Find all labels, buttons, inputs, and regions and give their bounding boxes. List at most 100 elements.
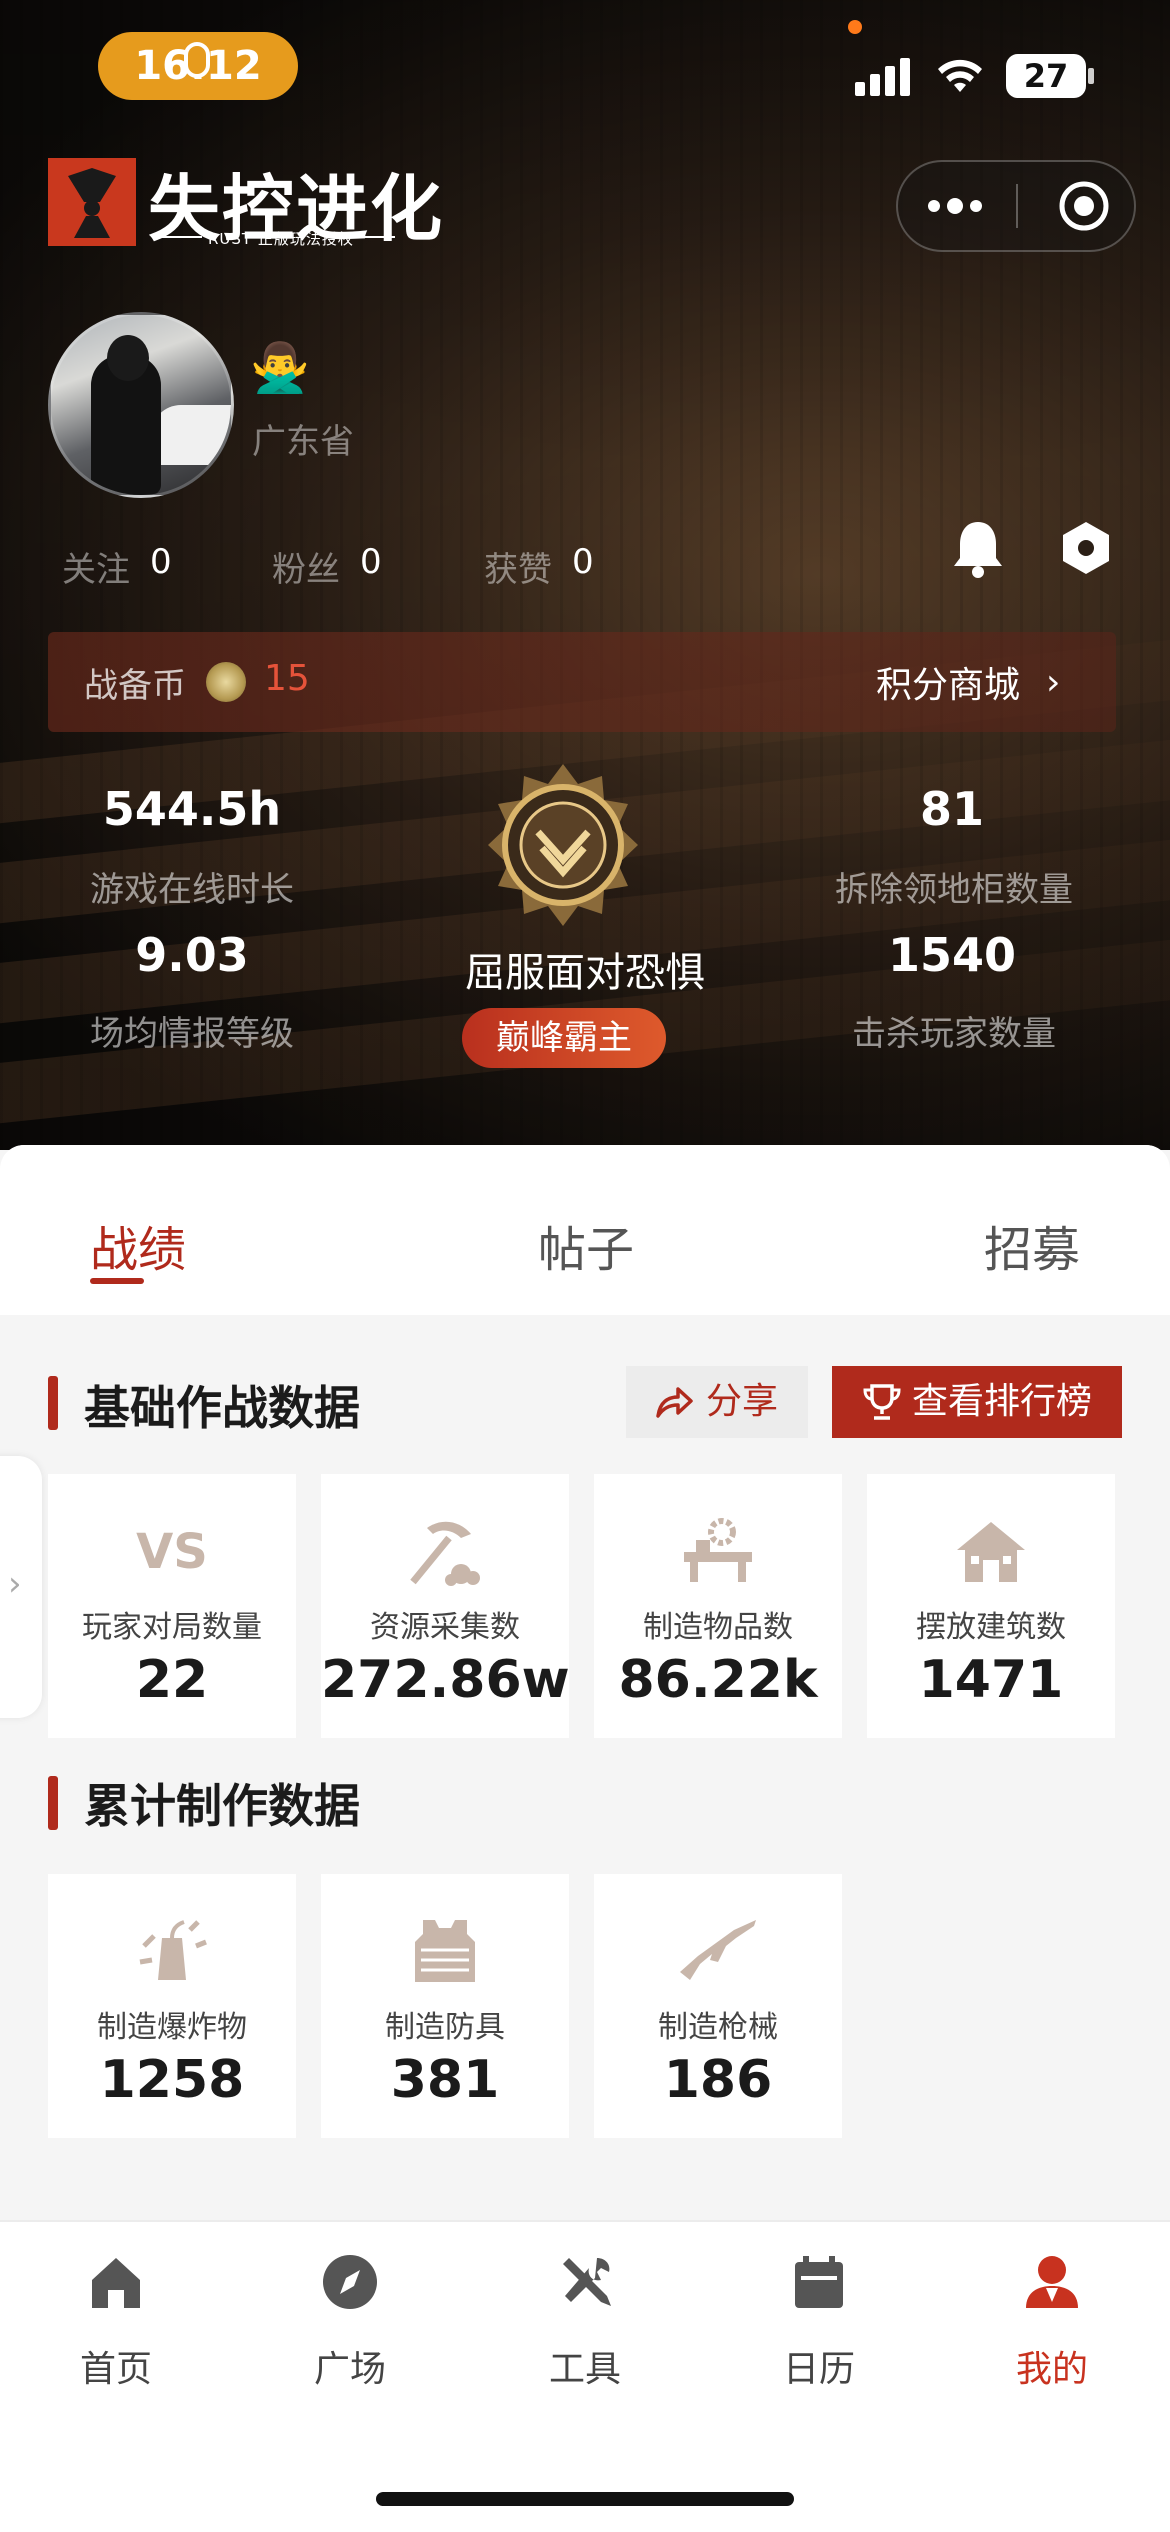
- card-label: 资源采集数: [370, 1610, 520, 1645]
- wifi-icon: [938, 59, 982, 92]
- armor-icon: [415, 1920, 475, 1982]
- share-label: 分享: [706, 1381, 779, 1422]
- avatar[interactable]: [48, 312, 234, 498]
- nav-label: 工具: [548, 2349, 621, 2390]
- nav-mine[interactable]: 我的: [952, 2252, 1152, 2392]
- card-value: 86.22k: [618, 1650, 818, 1710]
- svg-text:VS: VS: [136, 1524, 208, 1580]
- coin-value: 15: [264, 658, 310, 699]
- nav-square[interactable]: 广场: [250, 2252, 450, 2392]
- tools-icon: [563, 2258, 611, 2306]
- user-location: 广东省: [252, 422, 354, 462]
- explosive-icon: [139, 1920, 207, 1980]
- nav-label: 广场: [313, 2349, 386, 2390]
- share-button[interactable]: 分享: [626, 1366, 808, 1438]
- trophy-icon: [863, 1384, 901, 1420]
- chevron-right-icon[interactable]: ›: [1046, 662, 1060, 703]
- craft-section-title: 累计制作数据: [84, 1779, 360, 1833]
- bell-icon[interactable]: [950, 518, 1006, 578]
- calendar-icon: [795, 2256, 843, 2308]
- intel-level-value: 9.03: [135, 928, 249, 982]
- compass-icon: [323, 2255, 377, 2309]
- coin-label: 战备币: [84, 666, 186, 706]
- section-marker: [48, 1376, 58, 1430]
- card-value: 186: [663, 2050, 773, 2110]
- privacy-indicator-dot: [848, 20, 862, 34]
- vs-icon: VS: [136, 1524, 208, 1580]
- cabinets-removed-label: 拆除领地柜数量: [835, 870, 1073, 910]
- following-count[interactable]: 0: [150, 542, 172, 582]
- user-badge-icon: 🙅‍♂️: [250, 340, 310, 396]
- capsule-divider: [1016, 184, 1018, 228]
- logo-divider-right: [345, 236, 395, 238]
- stat-card: 摆放建筑数 1471: [867, 1474, 1115, 1738]
- points-mall-link[interactable]: 积分商城: [876, 656, 1020, 708]
- status-time-pill: 16:12: [98, 32, 298, 100]
- nav-tools[interactable]: 工具: [485, 2252, 685, 2392]
- intel-level-label: 场均情报等级: [90, 1014, 294, 1054]
- nav-home[interactable]: 首页: [16, 2252, 216, 2392]
- kills-label: 击杀玩家数量: [852, 1014, 1056, 1054]
- nav-label: 日历: [782, 2349, 855, 2390]
- logo-divider-left: [152, 236, 202, 238]
- section-marker: [48, 1776, 58, 1830]
- house-icon: [957, 1522, 1025, 1582]
- home-indicator[interactable]: [376, 2492, 794, 2506]
- more-dot: [928, 200, 940, 212]
- card-value: 272.86w: [321, 1650, 570, 1710]
- combat-section-title: 基础作战数据: [84, 1381, 360, 1435]
- card-label: 制造防具: [385, 2010, 505, 2045]
- tab-posts[interactable]: 帖子: [538, 1210, 634, 1280]
- rank-badge: 巅峰霸主: [462, 1008, 666, 1068]
- stat-card: 资源采集数 272.86w: [321, 1474, 570, 1738]
- card-label: 玩家对局数量: [82, 1610, 262, 1645]
- cellular-signal-icon: [855, 56, 915, 96]
- game-logo-subtitle: RUST 正版玩法授权: [208, 230, 354, 248]
- battery-indicator: 27: [1006, 54, 1086, 98]
- card-value: 381: [390, 2050, 500, 2110]
- stat-card: VS 玩家对局数量 22: [48, 1474, 296, 1738]
- stat-card: 制造枪械 186: [594, 1874, 842, 2138]
- coin-icon: [206, 662, 246, 702]
- leaderboard-button[interactable]: 查看排行榜: [832, 1366, 1122, 1438]
- card-label: 制造爆炸物: [97, 2010, 247, 2045]
- stat-card: 制造防具 381: [321, 1874, 569, 2138]
- likes-count[interactable]: 0: [572, 542, 594, 582]
- cabinets-removed-value: 81: [919, 782, 984, 836]
- online-hours-value: 544.5h: [102, 782, 282, 836]
- game-logo-icon: [48, 158, 136, 246]
- card-label: 制造物品数: [643, 1610, 793, 1645]
- kills-value: 1540: [887, 928, 1017, 982]
- rank-medal-icon[interactable]: [478, 760, 648, 930]
- nav-label: 首页: [79, 2349, 152, 2390]
- online-hours-label: 游戏在线时长: [90, 870, 294, 910]
- settings-icon[interactable]: [1056, 518, 1116, 578]
- fans-count[interactable]: 0: [360, 542, 382, 582]
- more-dot: [970, 200, 982, 212]
- card-label: 摆放建筑数: [916, 1610, 1066, 1645]
- pickaxe-icon: [410, 1521, 480, 1586]
- close-miniprogram-icon[interactable]: [1058, 180, 1110, 232]
- battery-tip: [1088, 68, 1094, 84]
- leaderboard-label: 查看排行榜: [912, 1381, 1093, 1422]
- likes-label[interactable]: 获赞: [484, 542, 552, 591]
- card-value: 1471: [918, 1650, 1064, 1710]
- tab-record[interactable]: 战绩: [90, 1210, 186, 1280]
- stat-card: 制造物品数 86.22k: [594, 1474, 842, 1738]
- stat-card: 制造爆炸物 1258: [48, 1874, 296, 2138]
- active-tab-indicator: [90, 1278, 144, 1284]
- card-label: 制造枪械: [658, 2010, 778, 2045]
- share-icon: [656, 1387, 693, 1418]
- nav-calendar[interactable]: 日历: [719, 2252, 919, 2392]
- rifle-icon: [680, 1920, 756, 1980]
- tab-recruit[interactable]: 招募: [984, 1210, 1080, 1280]
- microphone-icon: [184, 42, 210, 78]
- profile-icon: [1026, 2256, 1078, 2308]
- card-value: 1258: [99, 2050, 245, 2110]
- fans-label[interactable]: 粉丝: [272, 542, 340, 591]
- following-label[interactable]: 关注: [62, 542, 130, 591]
- card-value: 22: [135, 1650, 209, 1710]
- chevron-right-icon[interactable]: ›: [8, 1564, 22, 1604]
- rank-title: 屈服面对恐惧: [465, 950, 705, 996]
- more-icon[interactable]: [947, 198, 963, 214]
